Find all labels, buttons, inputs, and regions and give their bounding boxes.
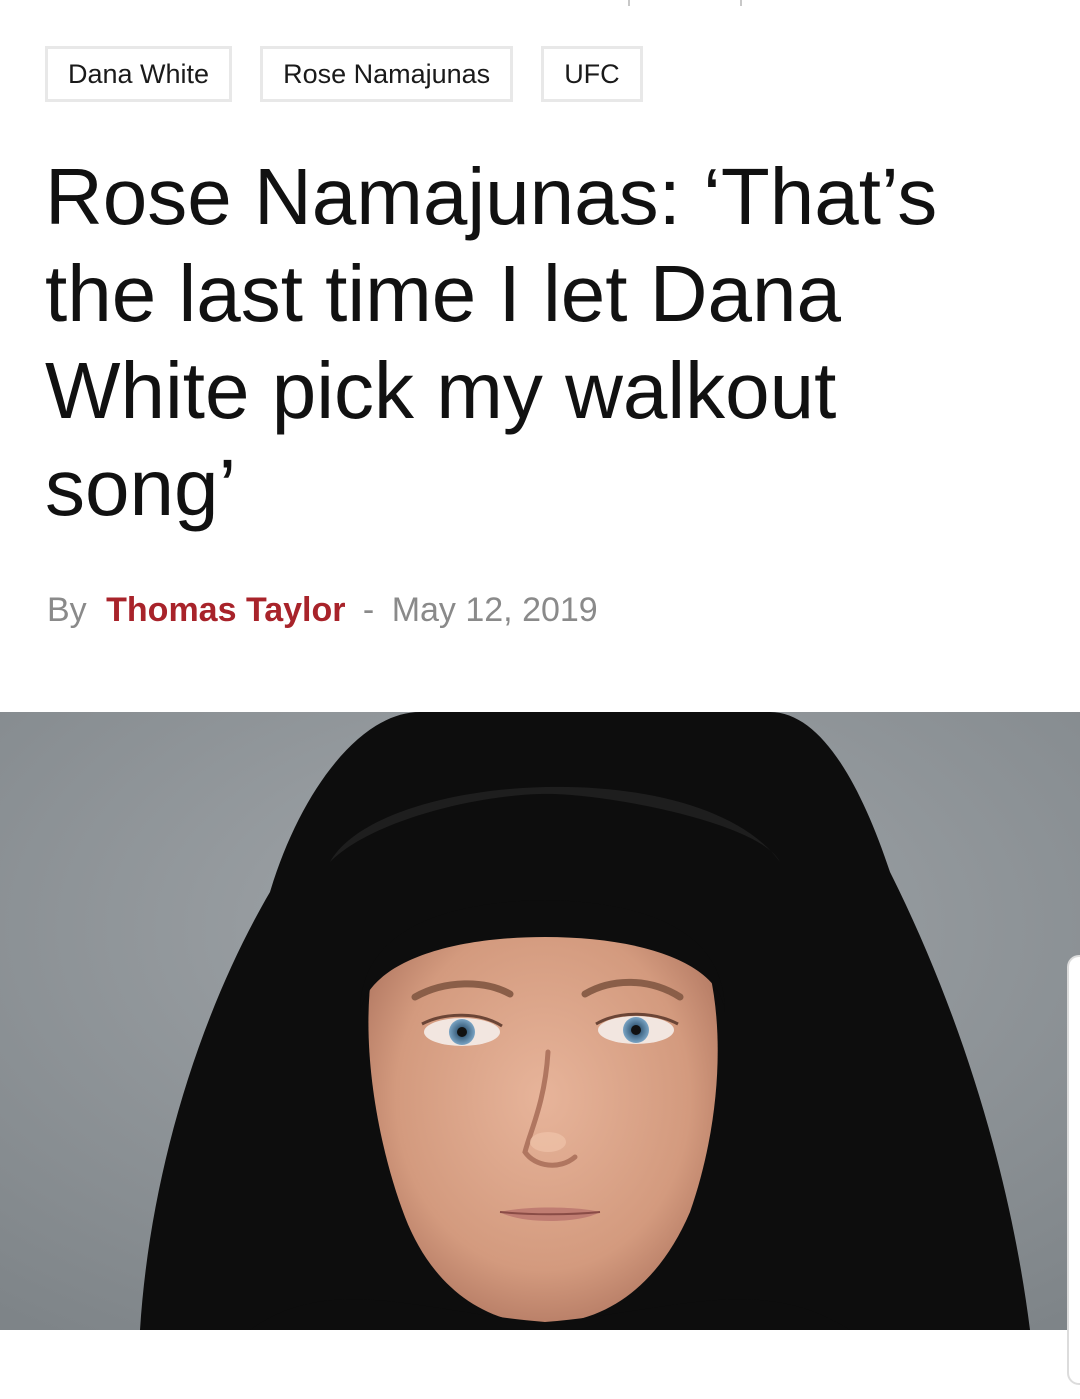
top-cutoff-text [0,0,1080,12]
page-scrollbar[interactable] [1067,955,1080,1385]
cutoff-mark [628,0,630,6]
tag-list: Dana White Rose Namajunas UFC [45,46,643,102]
author-link[interactable]: Thomas Taylor [106,591,345,629]
publish-date: May 12, 2019 [391,591,598,629]
tag-dana-white[interactable]: Dana White [45,46,233,102]
tag-rose-namajunas[interactable]: Rose Namajunas [260,46,514,102]
cutoff-mark [740,0,742,6]
article-hero-photo [0,712,1080,1330]
tag-ufc[interactable]: UFC [541,46,643,102]
byline-prefix: By [47,591,87,629]
byline-separator: - [362,591,375,629]
article-headline: Rose Namajunas: ‘That’s the last time I … [45,152,938,532]
portrait-photo-icon [0,712,1080,1330]
byline: By Thomas Taylor - May 12, 2019 [47,588,598,632]
